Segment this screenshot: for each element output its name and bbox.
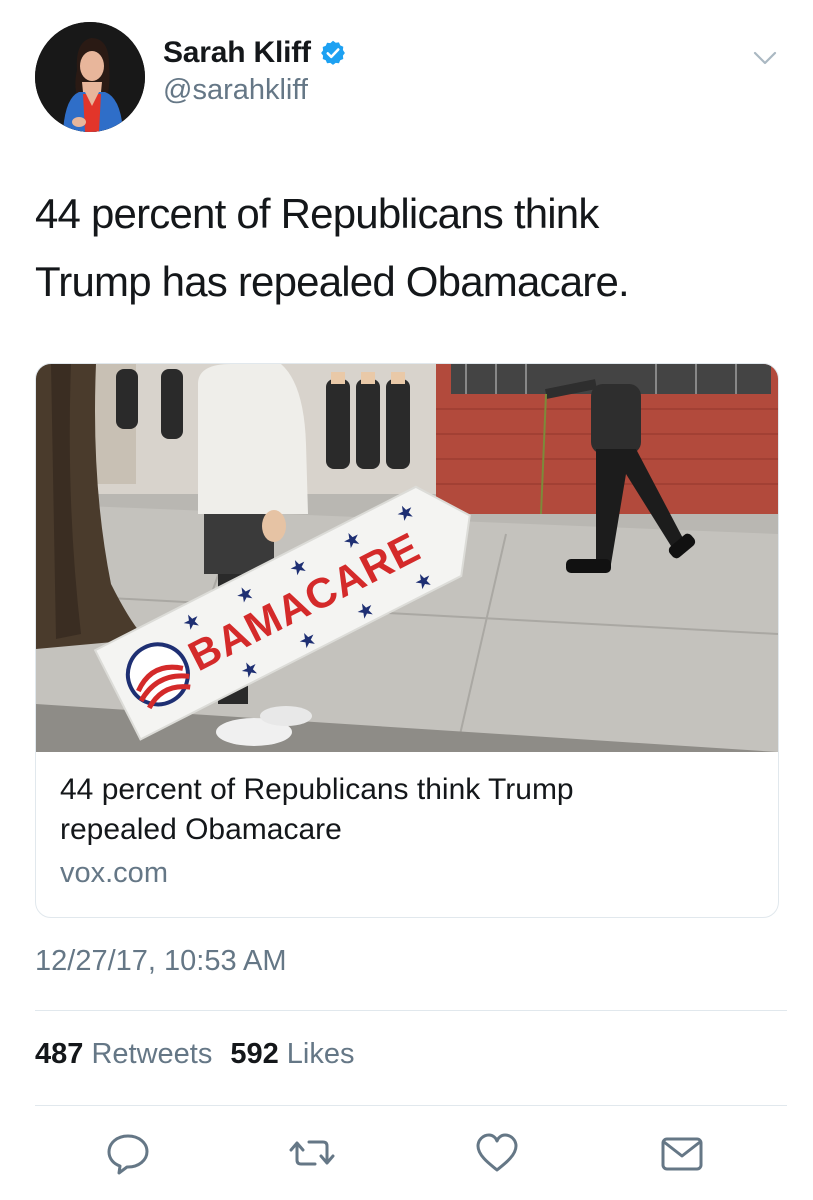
card-image[interactable]: BAMACARE ★ ★ ★ ★ ★ ★ ★ ★ ★ [36, 364, 778, 752]
display-name[interactable]: Sarah Kliff [163, 36, 311, 70]
author-block: Sarah Kliff @sarahkliff [163, 36, 347, 107]
retweets-label: Retweets [91, 1038, 213, 1070]
tweet: Sarah Kliff @sarahkliff 44 percent of Re… [0, 0, 813, 1200]
card-title[interactable]: 44 percent of Republicans think Trump re… [60, 770, 750, 850]
likes-stat[interactable]: 592 Likes [230, 1038, 354, 1070]
card-title-line-2: repealed Obamacare [60, 813, 342, 846]
reply-icon[interactable] [105, 1130, 151, 1176]
user-handle[interactable]: @sarahkliff [163, 74, 347, 107]
likes-count: 592 [230, 1038, 279, 1070]
retweet-icon[interactable] [289, 1130, 335, 1176]
verified-badge-icon [319, 39, 347, 67]
tweet-text-line-2: Trump has repealed Obamacare. [35, 258, 630, 305]
card-title-line-1: 44 percent of Republicans think Trump [60, 773, 574, 806]
card-domain: vox.com [60, 857, 168, 889]
link-card[interactable]: BAMACARE ★ ★ ★ ★ ★ ★ ★ ★ ★ 44 percent of… [35, 363, 779, 918]
tweet-text: 44 percent of Republicans think Trump ha… [35, 180, 775, 316]
heart-icon[interactable] [474, 1130, 520, 1176]
avatar[interactable] [35, 22, 145, 132]
chevron-down-icon[interactable] [751, 48, 779, 68]
retweets-stat[interactable]: 487 Retweets [35, 1038, 212, 1070]
tweet-text-line-1: 44 percent of Republicans think [35, 190, 599, 237]
action-bar [0, 1130, 813, 1180]
tweet-stats: 487 Retweets 592 Likes [35, 1038, 355, 1071]
likes-label: Likes [286, 1038, 355, 1070]
retweets-count: 487 [35, 1038, 84, 1070]
divider [35, 1010, 787, 1011]
envelope-icon[interactable] [659, 1130, 705, 1176]
tweet-timestamp[interactable]: 12/27/17, 10:53 AM [35, 945, 287, 978]
divider [35, 1105, 787, 1106]
